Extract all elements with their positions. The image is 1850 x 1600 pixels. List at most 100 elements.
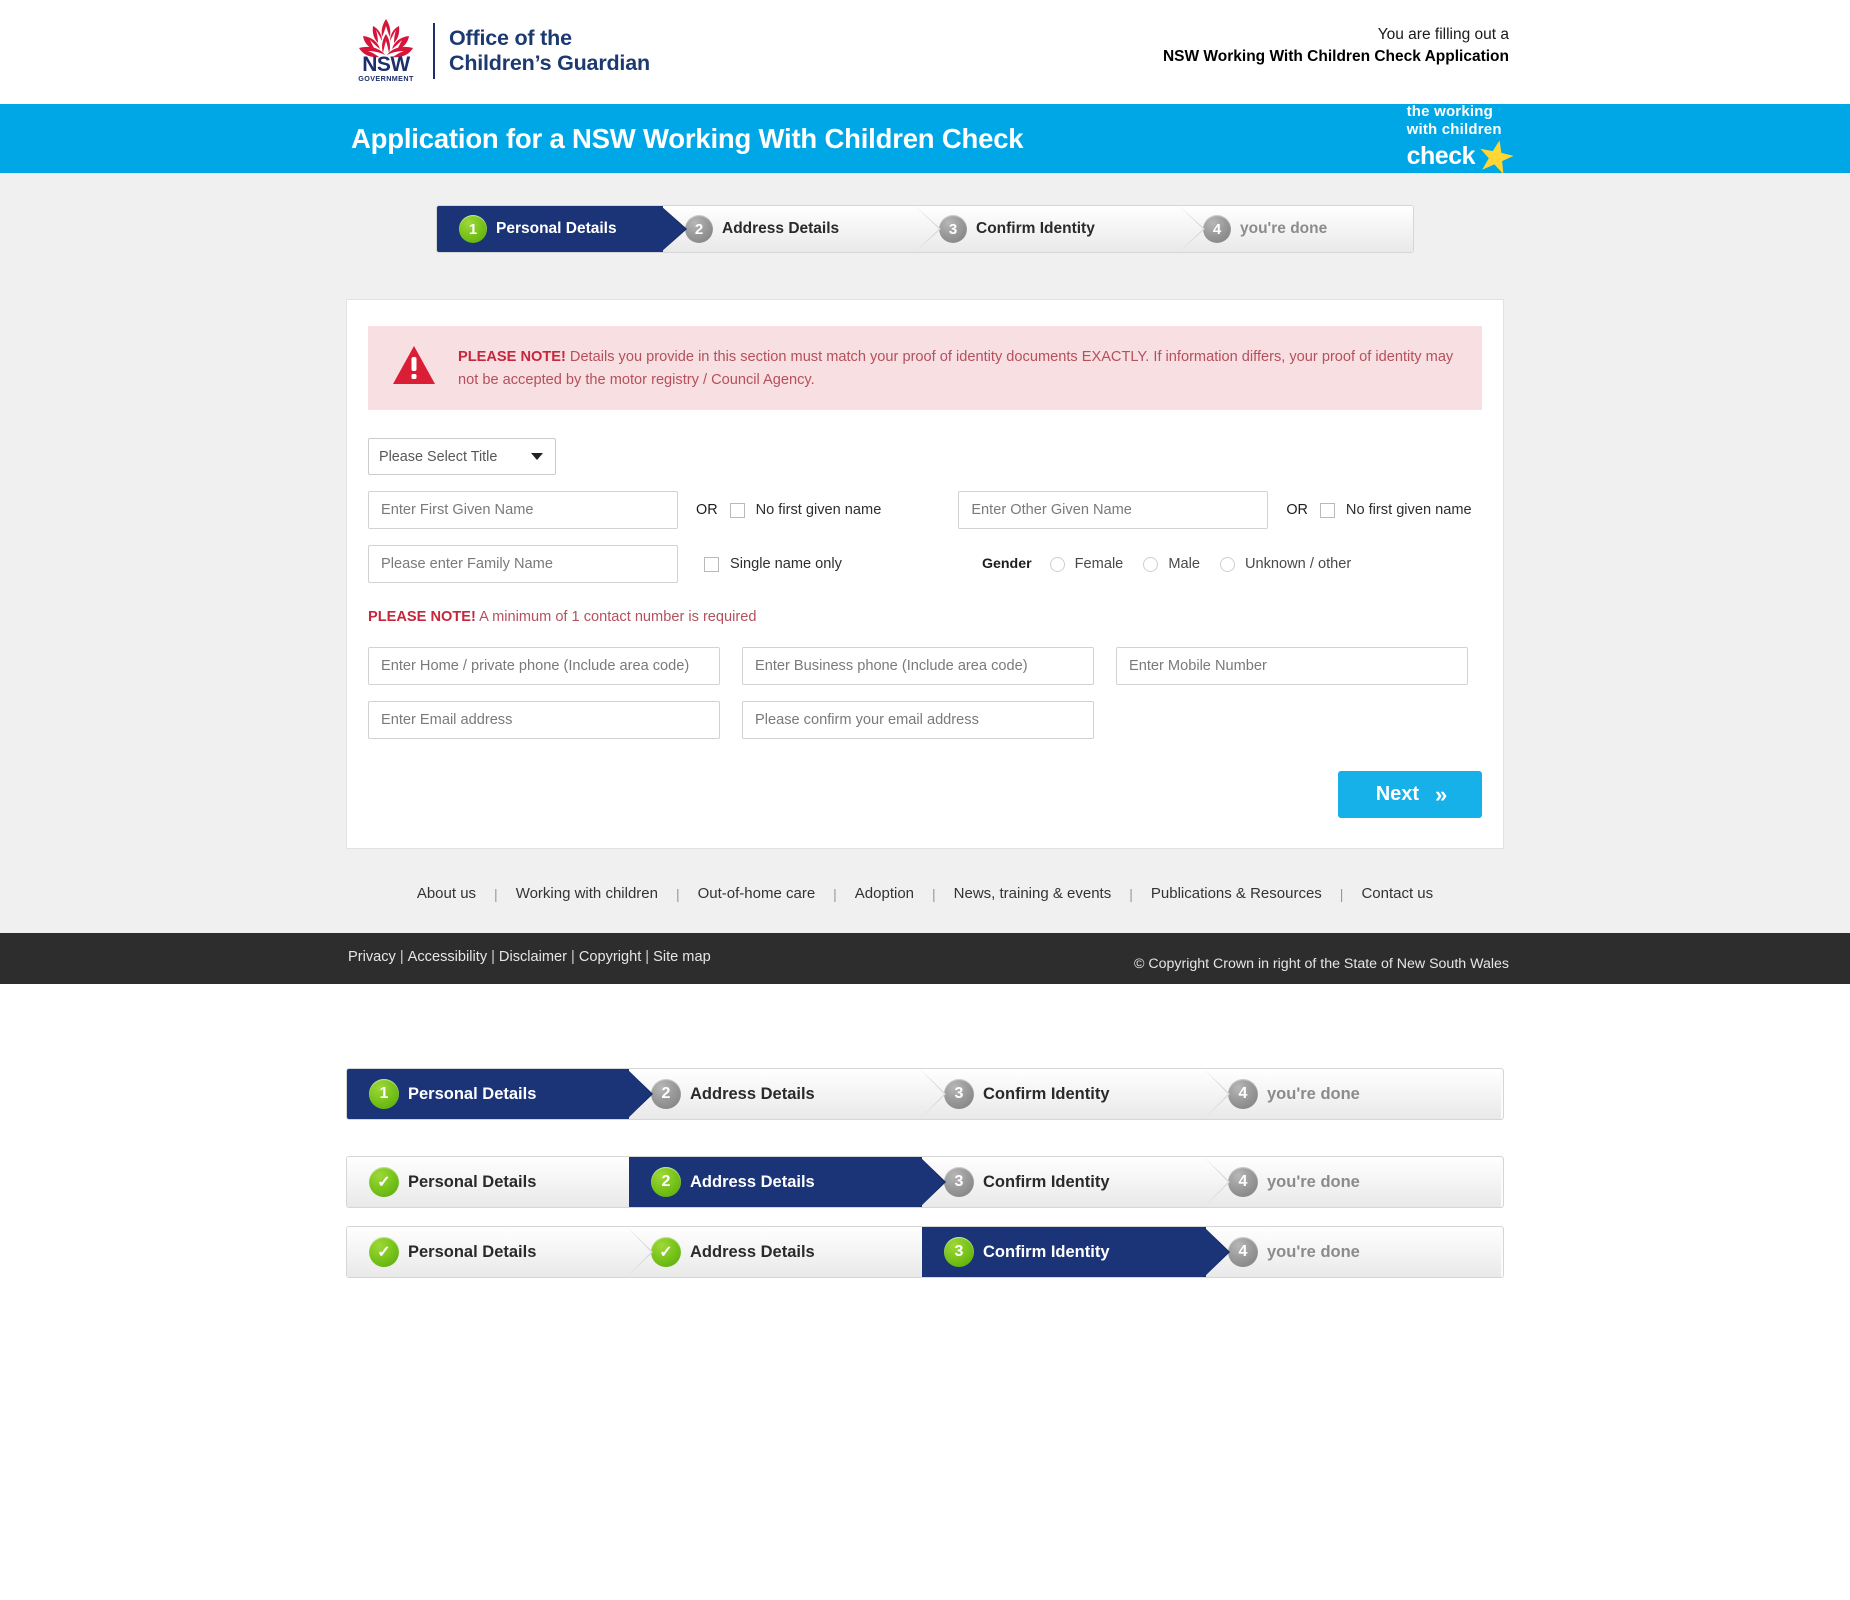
home-phone-input[interactable] [368, 647, 720, 685]
agency-line-1: Office of the [449, 26, 572, 50]
step-confirm-identity[interactable]: 3 Confirm Identity [917, 206, 1205, 252]
contact-number-note: PLEASE NOTE! A minimum of 1 contact numb… [368, 609, 1482, 625]
gender-unknown-radio[interactable] [1219, 556, 1235, 572]
sample2-step-confirm-identity[interactable]: 3 Confirm Identity [922, 1157, 1230, 1207]
step-2-label: Address Details [722, 220, 840, 237]
first-given-or-label: OR [696, 502, 718, 518]
personal-details-form: PLEASE NOTE! Details you provide in this… [346, 299, 1504, 849]
double-chevron-right-icon: » [1435, 781, 1447, 807]
sample1-step-personal-details[interactable]: 1 Personal Details [347, 1069, 653, 1119]
single-name-only-label: Single name only [730, 556, 842, 572]
footer-link-copyright[interactable]: Copyright [579, 949, 641, 965]
step-youre-done[interactable]: 4 you're done [1181, 206, 1413, 252]
footer-legal-separator: | [491, 949, 495, 965]
step-personal-details[interactable]: 1 Personal Details [437, 206, 687, 252]
gender-female-radio[interactable] [1049, 556, 1065, 572]
sample2-step-personal-details[interactable]: ✓ Personal Details [347, 1157, 653, 1207]
footer-link-working-with-children[interactable]: Working with children [516, 885, 658, 902]
sample2-step-3-number: 3 [944, 1167, 974, 1197]
phone-row [368, 647, 1482, 685]
nsw-government-logo[interactable]: NSW GOVERNMENT Office of the Children’s … [355, 17, 650, 85]
title-select[interactable]: Please Select Title [368, 438, 556, 475]
given-names-row: OR No first given name OR No first given… [368, 491, 1482, 529]
single-name-only-checkbox[interactable] [704, 556, 719, 572]
first-given-name-input[interactable] [368, 491, 678, 529]
sample1-step-2-label: Address Details [690, 1084, 815, 1103]
copyright-notice: © Copyright Crown in right of the State … [1133, 956, 1509, 972]
wwc-logo-line-3: check [1406, 142, 1476, 170]
sample3-step-3-label: Confirm Identity [983, 1242, 1110, 1261]
footer-link-out-of-home-care[interactable]: Out-of-home care [698, 885, 816, 902]
sample1-step-1-label: Personal Details [408, 1084, 537, 1103]
next-button-label: Next [1375, 783, 1420, 805]
footer-link-contact-us[interactable]: Contact us [1361, 885, 1433, 902]
footer-link-site-map[interactable]: Site map [653, 949, 711, 965]
gender-male-radio[interactable] [1143, 556, 1159, 572]
no-first-given-name-checkbox[interactable] [729, 502, 745, 518]
sample3-step-address-details[interactable]: ✓ Address Details [629, 1227, 946, 1277]
footer-link-accessibility[interactable]: Accessibility [408, 949, 487, 965]
footer-separator: | [675, 885, 680, 902]
sample3-step-4-label: you're done [1267, 1242, 1360, 1261]
contact-note-strong: PLEASE NOTE! [368, 609, 476, 625]
footer-legal-separator: | [645, 949, 650, 965]
footer-link-about-us[interactable]: About us [417, 885, 476, 902]
footer-link-publications-resources[interactable]: Publications & Resources [1151, 885, 1322, 902]
footer-link-news-training-events[interactable]: News, training & events [954, 885, 1112, 902]
working-with-children-check-logo: the working with children check [1407, 104, 1513, 174]
step-3-label: Confirm Identity [976, 220, 1095, 237]
nsw-text: NSW [362, 53, 410, 76]
mobile-number-input[interactable] [1116, 647, 1468, 685]
sample3-step-youre-done[interactable]: 4 you're done [1206, 1227, 1501, 1277]
sample1-step-address-details[interactable]: 2 Address Details [629, 1069, 946, 1119]
step-2-number: 2 [685, 215, 713, 243]
title-row: Please Select Title [368, 438, 1482, 475]
other-given-name-input[interactable] [958, 491, 1269, 529]
sample3-step-2-check-icon: ✓ [651, 1237, 681, 1267]
footer-link-adoption[interactable]: Adoption [855, 885, 914, 902]
footer-separator: | [494, 885, 498, 902]
gender-male-label: Male [1168, 556, 1200, 572]
sample2-step-address-details[interactable]: 2 Address Details [629, 1157, 946, 1207]
sample2-step-2-label: Address Details [690, 1172, 815, 1191]
step-3-number: 3 [939, 215, 967, 243]
filling-out-line-2: NSW Working With Children Check Applicat… [1162, 48, 1509, 65]
title-select-value: Please Select Title [379, 448, 498, 465]
footer-separator: | [932, 885, 936, 902]
footer-link-privacy[interactable]: Privacy [348, 949, 396, 965]
sample3-step-1-label: Personal Details [408, 1242, 537, 1261]
footer-separator: | [1129, 885, 1133, 902]
footer-separator: | [1339, 885, 1344, 902]
filling-out-notice: You are filling out a NSW Working With C… [1163, 24, 1509, 68]
family-name-row: Single name only Gender Female Male Unkn… [368, 545, 1482, 583]
family-name-input[interactable] [368, 545, 678, 583]
sample1-step-1-number: 1 [369, 1079, 399, 1109]
sample3-step-2-label: Address Details [690, 1242, 815, 1261]
email-input[interactable] [368, 701, 720, 739]
sample-row-2: ✓ Personal Details 2 Address Details 3 C… [0, 1156, 1850, 1208]
sample3-step-confirm-identity[interactable]: 3 Confirm Identity [922, 1227, 1230, 1277]
gender-label: Gender [981, 556, 1032, 572]
sample2-step-4-number: 4 [1228, 1167, 1258, 1197]
email-confirm-input[interactable] [742, 701, 1094, 739]
sample3-step-personal-details[interactable]: ✓ Personal Details [347, 1227, 653, 1277]
sample-row-1: 1 Personal Details 2 Address Details 3 C… [0, 1068, 1850, 1120]
wwc-logo-line-1: the working [1406, 102, 1493, 120]
footer-link-disclaimer[interactable]: Disclaimer [499, 949, 567, 965]
step-1-number: 1 [459, 215, 487, 243]
sample1-step-3-number: 3 [944, 1079, 974, 1109]
step-address-details[interactable]: 2 Address Details [663, 206, 941, 252]
alert-strong: PLEASE NOTE! [458, 349, 566, 365]
other-given-or-label: OR [1286, 502, 1308, 518]
government-text: GOVERNMENT [358, 74, 414, 83]
sample1-step-youre-done[interactable]: 4 you're done [1206, 1069, 1501, 1119]
sample1-step-confirm-identity[interactable]: 3 Confirm Identity [922, 1069, 1230, 1119]
no-other-given-name-checkbox[interactable] [1319, 502, 1335, 518]
next-button[interactable]: Next » [1338, 771, 1482, 818]
business-phone-input[interactable] [742, 647, 1094, 685]
star-icon [1476, 136, 1516, 176]
progress-steps-sample-1: 1 Personal Details 2 Address Details 3 C… [346, 1068, 1504, 1120]
contact-note-body: A minimum of 1 contact number is require… [475, 609, 757, 625]
sample2-step-youre-done[interactable]: 4 you're done [1206, 1157, 1501, 1207]
footer-separator: | [833, 885, 837, 902]
